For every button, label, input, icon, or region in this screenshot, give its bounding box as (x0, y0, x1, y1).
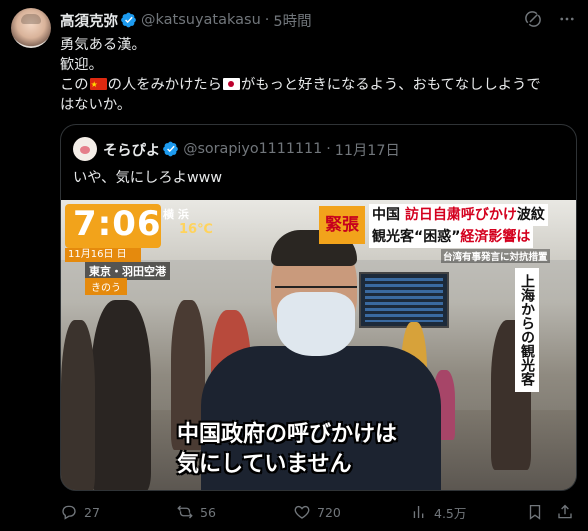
quoted-tweet-header: そらぴよ @sorapiyo1111111 · 11月17日 (103, 139, 400, 159)
tv-subtitle-line-2: 気にしていません (177, 452, 352, 477)
tv-headline-l2-b: 経済影響は (460, 229, 531, 245)
tweet-line-3-c: がもっと好きになるよう、おもてなししようで (240, 77, 541, 93)
reply-count: 27 (84, 504, 100, 520)
tv-weather-city: 横 浜 (163, 208, 189, 221)
quoted-author-handle[interactable]: @sorapiyo1111111 (183, 141, 322, 157)
quoted-author-avatar[interactable] (73, 137, 97, 161)
scene-person (61, 320, 95, 490)
author-display-name[interactable]: 高須克弥 (60, 10, 118, 31)
share-icon (558, 504, 572, 519)
bookmark-icon (529, 504, 541, 520)
quoted-tweet-date[interactable]: 11月17日 (335, 139, 400, 160)
like-button[interactable]: 720 (293, 502, 341, 522)
retweet-button[interactable]: 56 (176, 502, 216, 522)
tweet-line-4: はないか。 (60, 97, 132, 113)
heart-icon (294, 505, 310, 519)
tv-weather: 横 浜 16℃ (163, 206, 213, 237)
bookmark-button[interactable] (526, 502, 544, 522)
reply-button[interactable]: 27 (60, 502, 100, 522)
view-count: 4.5万 (434, 505, 467, 521)
tweet-line-3-b: の人をみかけたら (107, 77, 222, 93)
verified-badge-icon (163, 141, 179, 157)
tweet-line-2: 歓迎。 (60, 57, 103, 73)
quoted-tweet[interactable]: そらぴよ @sorapiyo1111111 · 11月17日 いや、気にしろよw… (60, 124, 577, 491)
tv-weather-temp: 16℃ (179, 222, 213, 237)
tv-urgent-badge: 緊張 (319, 206, 365, 244)
tv-headline-l1-b: 訪日自粛呼びかけ (404, 207, 517, 223)
tweet-actions: 27 56 720 4.5万 (60, 500, 578, 524)
author-avatar[interactable] (11, 8, 51, 48)
tv-subtitle-line-1: 中国政府の呼びかけは (177, 422, 398, 447)
china-flag-icon (89, 75, 107, 95)
verified-badge-icon (121, 12, 136, 28)
tv-headline-l1-a: 中国 (372, 207, 400, 223)
like-count: 720 (317, 504, 341, 520)
tweet-time[interactable]: 5時間 (273, 10, 311, 31)
author-handle[interactable]: @katsuyatakasu (141, 12, 261, 28)
reply-icon (62, 505, 76, 520)
scene-person (91, 300, 151, 490)
views-icon (413, 506, 424, 518)
tv-headline-line-2: 観光客“困惑”経済影響は (369, 226, 534, 248)
tv-subtitle: 中国政府の呼びかけは 気にしていません (177, 420, 397, 480)
retweet-count: 56 (200, 504, 216, 520)
tv-clock: 7:06 (65, 204, 161, 248)
scene-glasses (275, 286, 357, 296)
tv-vertical-caption: 上海からの観光客 (515, 268, 539, 392)
tv-headline-l2-a: 観光客“困惑” (372, 229, 461, 245)
tv-subhead: 台湾有事発言に対抗措置 (441, 249, 550, 263)
separator-dot: · (326, 141, 331, 157)
tv-clock-date: 11月16日 日 (65, 248, 141, 262)
scene-departure-board (359, 272, 449, 328)
tv-when-label: きのう (85, 278, 127, 295)
tweet-line-3: この の人をみかけたら がもっと好きになるよう、おもてなししようで (60, 75, 570, 95)
tv-clock-time: 7:06 (73, 204, 162, 244)
separator-dot: · (264, 12, 270, 28)
grok-icon[interactable] (524, 10, 542, 28)
tv-headline-l1-c: 波紋 (516, 207, 545, 223)
tweet-text: 勇気ある漢。 歓迎。 この の人をみかけたら がもっと好きになるよう、おもてなししよ… (60, 35, 570, 115)
tv-headline-line-1: 中国 訪日自粛呼びかけ波紋 (369, 204, 548, 226)
japan-flag-icon (222, 78, 240, 90)
more-options-icon[interactable] (558, 10, 576, 28)
scene-face-mask (277, 292, 355, 356)
tweet-line-3-a: この (60, 77, 89, 93)
tweet-header: 高須克弥 @katsuyatakasu · 5時間 (60, 10, 576, 30)
views-button[interactable]: 4.5万 (410, 502, 466, 522)
retweet-icon (177, 505, 193, 519)
quoted-author-display-name[interactable]: そらぴよ (103, 139, 160, 160)
share-button[interactable] (556, 502, 574, 522)
quoted-tweet-image[interactable]: 7:06 11月16日 日 横 浜 16℃ 東京・羽田空港 きのう 緊張 中国 … (61, 200, 576, 490)
tweet-line-1: 勇気ある漢。 (60, 37, 146, 53)
quoted-tweet-text: いや、気にしろよwww (73, 170, 223, 186)
tv-headline: 緊張 中国 訪日自粛呼びかけ波紋 観光客“困惑”経済影響は (319, 204, 575, 248)
